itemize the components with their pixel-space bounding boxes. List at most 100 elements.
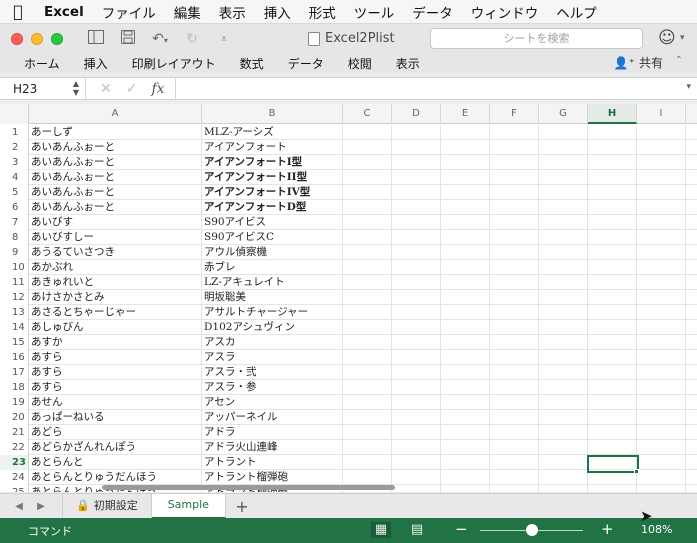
- empty-cell[interactable]: [588, 335, 637, 350]
- column-header-e[interactable]: E: [441, 104, 490, 124]
- selected-cell-h23[interactable]: [587, 455, 639, 473]
- sheet-search-input[interactable]: シートを検索: [430, 28, 643, 49]
- share-button[interactable]: 👤⁺ 共有: [614, 54, 663, 71]
- row-number[interactable]: 7: [0, 215, 29, 230]
- minimize-window-button[interactable]: [31, 33, 43, 45]
- empty-cell[interactable]: [588, 290, 637, 305]
- empty-cell[interactable]: [539, 320, 588, 335]
- cell-b[interactable]: 赤ブレ: [202, 260, 343, 275]
- name-box-stepper-icon[interactable]: ▲ ▼: [73, 79, 79, 97]
- row-number[interactable]: 11: [0, 275, 29, 290]
- empty-cell[interactable]: [343, 380, 392, 395]
- empty-cell[interactable]: [637, 455, 686, 470]
- next-sheet-icon[interactable]: ▶: [30, 501, 52, 512]
- empty-cell[interactable]: [392, 155, 441, 170]
- cell-a[interactable]: あしゅびん: [29, 320, 202, 335]
- empty-cell[interactable]: [441, 320, 490, 335]
- empty-cell[interactable]: [588, 125, 637, 140]
- empty-cell[interactable]: [588, 200, 637, 215]
- cell-b[interactable]: アイアンフォートI型: [202, 155, 343, 170]
- cell-a[interactable]: あいあんふぉーと: [29, 140, 202, 155]
- cell-a[interactable]: あすら: [29, 350, 202, 365]
- cell-a[interactable]: あいびす: [29, 215, 202, 230]
- empty-cell[interactable]: [343, 245, 392, 260]
- empty-cell[interactable]: [588, 245, 637, 260]
- empty-cell[interactable]: [588, 275, 637, 290]
- cell-b[interactable]: S90アイビス: [202, 215, 343, 230]
- tab-insert[interactable]: 挿入: [72, 55, 120, 72]
- empty-cell[interactable]: [343, 170, 392, 185]
- row-number[interactable]: 8: [0, 230, 29, 245]
- empty-cell[interactable]: [343, 350, 392, 365]
- menu-view[interactable]: 表示: [210, 2, 255, 22]
- row-number[interactable]: 23: [0, 455, 29, 470]
- empty-cell[interactable]: [441, 455, 490, 470]
- cell-b[interactable]: アイアンフォートIV型: [202, 185, 343, 200]
- empty-cell[interactable]: [441, 410, 490, 425]
- empty-cell[interactable]: [539, 155, 588, 170]
- empty-cell[interactable]: [343, 125, 392, 140]
- empty-cell[interactable]: [637, 380, 686, 395]
- empty-cell[interactable]: [588, 365, 637, 380]
- row-number[interactable]: 14: [0, 320, 29, 335]
- empty-cell[interactable]: [539, 425, 588, 440]
- empty-cell[interactable]: [441, 425, 490, 440]
- normal-view-icon[interactable]: ▦: [371, 522, 391, 538]
- empty-cell[interactable]: [343, 320, 392, 335]
- cell-b[interactable]: S90アイビスC: [202, 230, 343, 245]
- horizontal-scrollbar[interactable]: [102, 485, 395, 490]
- empty-cell[interactable]: [539, 140, 588, 155]
- zoom-in-button[interactable]: +: [601, 520, 614, 538]
- empty-cell[interactable]: [392, 215, 441, 230]
- empty-cell[interactable]: [637, 230, 686, 245]
- empty-cell[interactable]: [441, 155, 490, 170]
- tab-page-layout[interactable]: 印刷レイアウト: [120, 55, 228, 72]
- formula-input[interactable]: [176, 78, 697, 99]
- empty-cell[interactable]: [392, 275, 441, 290]
- empty-cell[interactable]: [637, 365, 686, 380]
- empty-cell[interactable]: [637, 395, 686, 410]
- column-header-h[interactable]: H: [588, 104, 637, 124]
- empty-cell[interactable]: [343, 365, 392, 380]
- cell-b[interactable]: アウル偵察機: [202, 245, 343, 260]
- empty-cell[interactable]: [539, 365, 588, 380]
- empty-cell[interactable]: [441, 380, 490, 395]
- empty-cell[interactable]: [637, 245, 686, 260]
- save-icon[interactable]: [117, 30, 139, 48]
- empty-cell[interactable]: [588, 215, 637, 230]
- tab-review[interactable]: 校閲: [336, 55, 384, 72]
- empty-cell[interactable]: [392, 485, 441, 492]
- empty-cell[interactable]: [441, 185, 490, 200]
- sidebar-toggle-icon[interactable]: [85, 30, 107, 48]
- insert-function-icon[interactable]: fx: [151, 81, 164, 97]
- empty-cell[interactable]: [637, 335, 686, 350]
- empty-cell[interactable]: [637, 350, 686, 365]
- empty-cell[interactable]: [588, 395, 637, 410]
- redo-icon[interactable]: ↻: [181, 31, 203, 47]
- empty-cell[interactable]: [490, 200, 539, 215]
- page-layout-view-icon[interactable]: ▤: [407, 522, 427, 538]
- row-number[interactable]: 5: [0, 185, 29, 200]
- menu-data[interactable]: データ: [403, 2, 462, 22]
- cell-b[interactable]: アイアンフォートII型: [202, 170, 343, 185]
- empty-cell[interactable]: [490, 410, 539, 425]
- empty-cell[interactable]: [637, 320, 686, 335]
- empty-cell[interactable]: [637, 155, 686, 170]
- empty-cell[interactable]: [392, 455, 441, 470]
- empty-cell[interactable]: [539, 215, 588, 230]
- row-number[interactable]: 10: [0, 260, 29, 275]
- apple-icon[interactable]: : [0, 2, 36, 21]
- empty-cell[interactable]: [539, 275, 588, 290]
- empty-cell[interactable]: [392, 170, 441, 185]
- cell-b[interactable]: アサルトチャージャー: [202, 305, 343, 320]
- empty-cell[interactable]: [539, 305, 588, 320]
- empty-cell[interactable]: [637, 170, 686, 185]
- cell-b[interactable]: アドラ: [202, 425, 343, 440]
- empty-cell[interactable]: [637, 290, 686, 305]
- empty-cell[interactable]: [392, 290, 441, 305]
- empty-cell[interactable]: [490, 380, 539, 395]
- cell-b[interactable]: アスカ: [202, 335, 343, 350]
- empty-cell[interactable]: [343, 455, 392, 470]
- empty-cell[interactable]: [539, 350, 588, 365]
- empty-cell[interactable]: [539, 470, 588, 485]
